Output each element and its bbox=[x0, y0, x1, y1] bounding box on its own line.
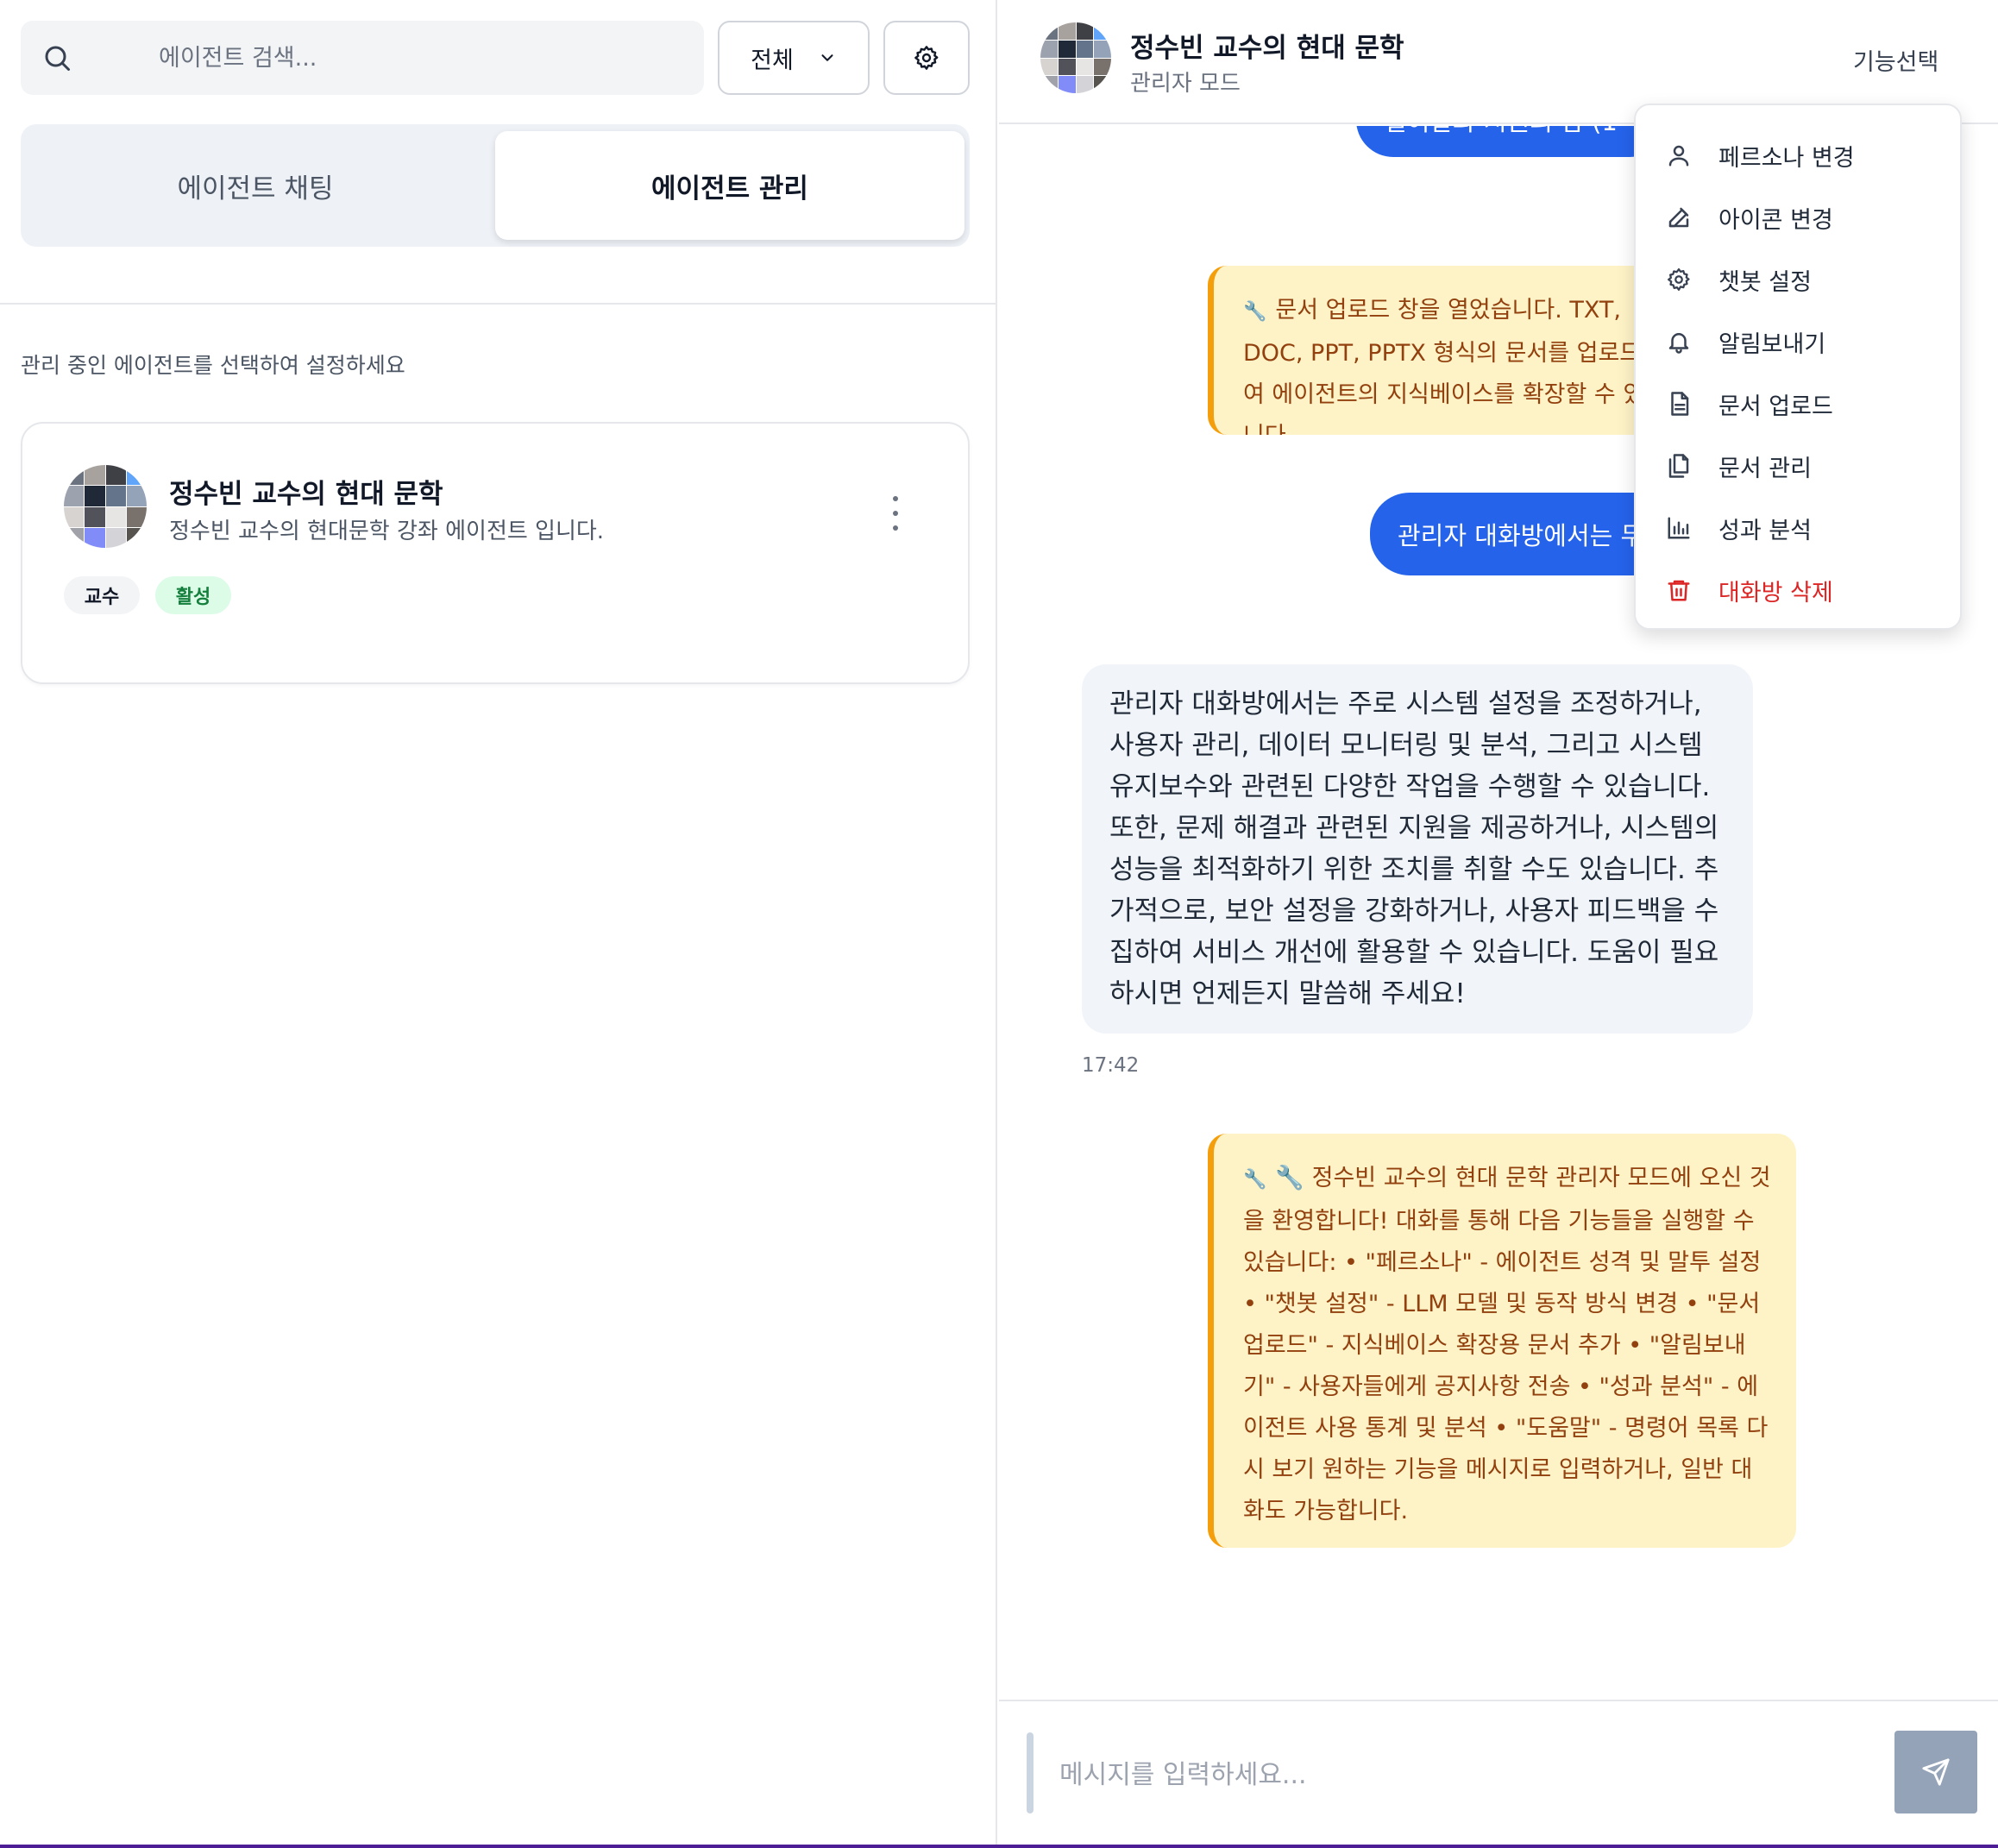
chevron-down-icon bbox=[821, 54, 833, 61]
files-icon bbox=[1668, 454, 1689, 478]
edit-icon bbox=[1668, 207, 1689, 228]
bot-message-text: 관리자 대화방에서는 주로 시스템 설정을 조정하거나, 사용자 관리, 데이터… bbox=[1109, 688, 1719, 1009]
search-icon bbox=[45, 46, 70, 71]
bot-message: 관리자 대화방에서는 주로 시스템 설정을 조정하거나, 사용자 관리, 데이터… bbox=[1082, 664, 1753, 1034]
menu-item-label: 문서 관리 bbox=[1718, 455, 1812, 482]
agent-card-description: 정수빈 교수의 현대문학 강좌 에이전트 입니다. bbox=[169, 519, 605, 544]
wrench-icon: 🔧 bbox=[1243, 301, 1267, 323]
search-input[interactable] bbox=[159, 21, 676, 95]
user-icon bbox=[1668, 145, 1689, 167]
agent-card-title: 정수빈 교수의 현대 문학 bbox=[169, 479, 443, 510]
role-badge: 교수 bbox=[64, 576, 140, 614]
user-message: 일어날과 시원의 감 (1 bbox=[1356, 126, 1667, 157]
send-icon bbox=[1922, 1758, 1950, 1786]
system-message-text: 문서 업로드 창을 열었습니다. TXT, DOC, PPT, PPTX 형식의… bbox=[1243, 297, 1666, 435]
gear-icon bbox=[1668, 268, 1690, 291]
divider bbox=[0, 303, 997, 305]
window-bottom-border bbox=[0, 1845, 1998, 1848]
menu-item-label: 대화방 삭제 bbox=[1718, 579, 1833, 607]
mode-tabs: 에이전트 채팅 에이전트 관리 bbox=[21, 124, 970, 247]
manage-hint-text: 관리 중인 에이전트를 선택하여 설정하세요 bbox=[21, 353, 405, 378]
menu-item-analytics[interactable]: 성과 분석 bbox=[1636, 497, 1960, 559]
menu-item-persona[interactable]: 페르소나 변경 bbox=[1636, 124, 1960, 186]
chat-title: 정수빈 교수의 현대 문학 bbox=[1130, 33, 1404, 64]
more-options-icon[interactable] bbox=[885, 496, 906, 531]
search-box[interactable] bbox=[21, 21, 704, 95]
feature-menu: 페르소나 변경 아이콘 변경 챗봇 설정 알림보내기 문서 업로드 문서 관리 … bbox=[1634, 104, 1962, 630]
system-message: 🔧 문서 업로드 창을 열었습니다. TXT, DOC, PPT, PPTX 형식… bbox=[1208, 266, 1691, 435]
trash-icon bbox=[1668, 580, 1690, 601]
chat-subtitle: 관리자 모드 bbox=[1130, 71, 1241, 97]
system-message: 🔧 🔧 정수빈 교수의 현대 문학 관리자 모드에 오신 것을 환영합니다! 대화… bbox=[1208, 1134, 1796, 1548]
menu-item-document-upload[interactable]: 문서 업로드 bbox=[1636, 373, 1960, 435]
status-badge: 활성 bbox=[155, 576, 231, 614]
menu-item-label: 알림보내기 bbox=[1718, 330, 1826, 358]
menu-item-label: 챗봇 설정 bbox=[1718, 268, 1812, 296]
menu-item-icon-change[interactable]: 아이콘 변경 bbox=[1636, 186, 1960, 248]
filter-dropdown[interactable]: 전체 bbox=[718, 21, 870, 95]
agent-avatar bbox=[64, 465, 147, 548]
tab-agent-manage[interactable]: 에이전트 관리 bbox=[495, 131, 964, 240]
message-composer bbox=[999, 1700, 1998, 1848]
send-button[interactable] bbox=[1894, 1731, 1977, 1813]
bell-icon bbox=[1668, 333, 1689, 354]
menu-item-label: 성과 분석 bbox=[1718, 517, 1812, 544]
menu-item-document-manage[interactable]: 문서 관리 bbox=[1636, 435, 1960, 497]
menu-item-label: 아이콘 변경 bbox=[1718, 206, 1833, 234]
menu-item-label: 페르소나 변경 bbox=[1718, 144, 1855, 172]
gear-icon bbox=[914, 46, 939, 70]
menu-item-notify[interactable]: 알림보내기 bbox=[1636, 311, 1960, 373]
menu-item-label: 문서 업로드 bbox=[1718, 393, 1833, 420]
feature-select-button[interactable]: 기능선택 bbox=[1853, 43, 1938, 77]
user-message-text: 일어날과 시원의 감 (1 bbox=[1384, 126, 1618, 138]
menu-item-chatbot-settings[interactable]: 챗봇 설정 bbox=[1636, 248, 1960, 311]
message-timestamp: 17:42 bbox=[1082, 1054, 1140, 1077]
composer-accent-bar bbox=[1027, 1732, 1034, 1813]
agent-card[interactable]: 정수빈 교수의 현대 문학 정수빈 교수의 현대문학 강좌 에이전트 입니다. … bbox=[21, 422, 970, 684]
settings-button[interactable] bbox=[883, 21, 970, 95]
bar-chart-icon bbox=[1668, 517, 1690, 539]
file-text-icon bbox=[1671, 392, 1689, 416]
menu-item-delete-room[interactable]: 대화방 삭제 bbox=[1636, 559, 1960, 621]
wrench-icon: 🔧 bbox=[1243, 1169, 1267, 1191]
agent-list-panel: 전체 에이전트 채팅 에이전트 관리 관리 중인 에이전트를 선택하여 설정하세… bbox=[0, 0, 997, 1848]
tab-agent-chat[interactable]: 에이전트 채팅 bbox=[21, 131, 490, 240]
filter-selected-label: 전체 bbox=[751, 47, 794, 74]
system-message-text: 🔧 정수빈 교수의 현대 문학 관리자 모드에 오신 것을 환영합니다! 대화를… bbox=[1243, 1165, 1771, 1524]
chat-agent-avatar bbox=[1040, 22, 1111, 93]
message-input[interactable] bbox=[1059, 1736, 1922, 1813]
